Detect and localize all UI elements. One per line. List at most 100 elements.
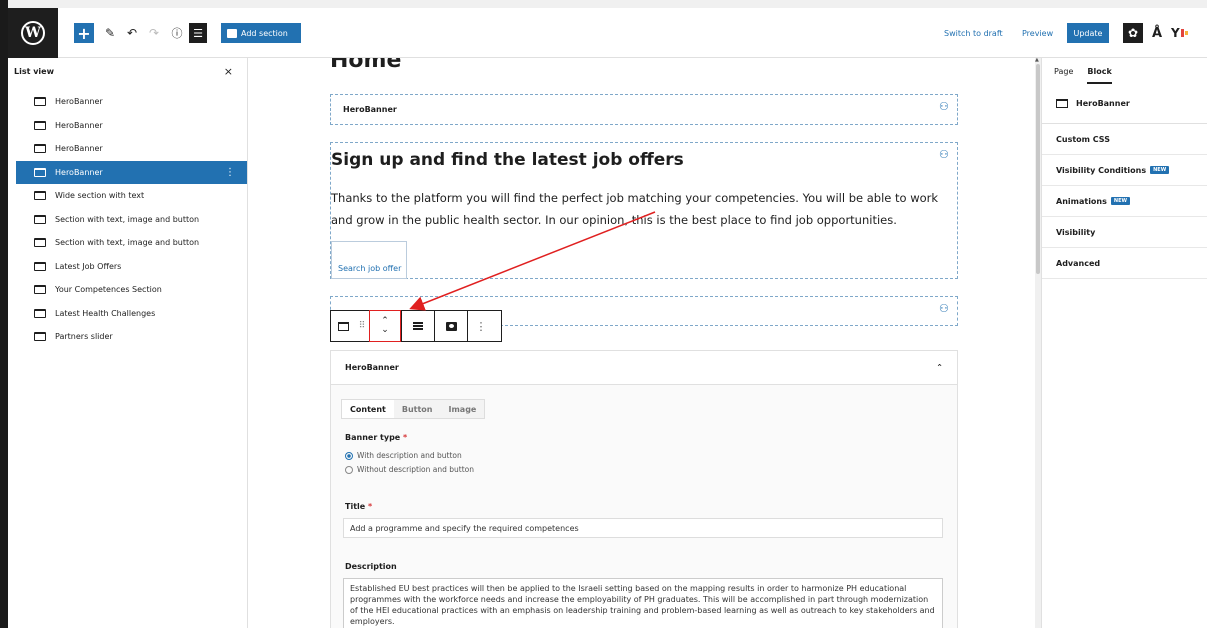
required-marker: * — [403, 433, 408, 442]
list-item[interactable]: Your Competences Section — [8, 278, 247, 302]
title-label: Title * — [345, 502, 372, 511]
tab-content[interactable]: Content — [342, 400, 394, 418]
chevron-up-icon[interactable]: ⌃ — [936, 363, 943, 372]
panel-header[interactable]: HeroBanner ⌃ — [331, 351, 957, 385]
section-icon — [227, 28, 237, 38]
field-tabs: Content Button Image — [341, 399, 486, 419]
panel-label: Advanced — [1056, 258, 1101, 268]
herobanner-block-2[interactable]: Sign up and find the latest job offers ⚇… — [330, 142, 958, 279]
yoast-y-icon: Y — [1171, 26, 1180, 40]
block-icon — [34, 144, 46, 154]
add-section-button[interactable]: Add section — [221, 23, 301, 43]
search-job-offer-button[interactable]: Search job offer — [331, 241, 407, 279]
block-icon — [337, 321, 349, 331]
preview-link[interactable]: Preview — [1022, 23, 1053, 43]
hero-paragraph[interactable]: Thanks to the platform you will find the… — [331, 187, 956, 231]
list-item[interactable]: HeroBanner — [8, 137, 247, 161]
list-item[interactable]: Section with text, image and button — [8, 231, 247, 255]
add-block-plus-icon[interactable]: + — [74, 23, 94, 43]
panel-advanced[interactable]: Advanced — [1042, 248, 1207, 279]
list-item-label: HeroBanner — [55, 120, 103, 130]
more-options-icon[interactable]: ⋮ — [468, 311, 494, 341]
update-button[interactable]: Update — [1067, 23, 1109, 43]
block-icon — [1056, 99, 1068, 108]
scroll-up-icon[interactable]: ▲ — [1035, 57, 1039, 63]
list-item-label: Your Competences Section — [55, 285, 162, 295]
herobanner-block-1[interactable]: HeroBanner ⚇ — [330, 94, 958, 125]
user-group-icon: ⚇ — [939, 148, 949, 161]
undo-icon[interactable]: ↶ — [125, 23, 139, 43]
panel-animations[interactable]: Animations NEW — [1042, 186, 1207, 217]
block-type-button[interactable] — [331, 311, 355, 341]
wordpress-icon: W — [21, 21, 45, 45]
radio-unselected-icon — [345, 465, 353, 474]
tab-page[interactable]: Page — [1054, 58, 1073, 84]
more-options-icon[interactable]: ⋮ — [225, 167, 235, 178]
tab-block[interactable]: Block — [1087, 58, 1112, 84]
switch-to-draft-link[interactable]: Switch to draft — [944, 23, 1003, 43]
move-up-down-button[interactable]: ⌃ ⌄ — [369, 310, 401, 342]
list-item[interactable]: HeroBanner — [8, 90, 247, 114]
radio-without-description[interactable]: Without description and button — [345, 465, 474, 474]
list-item-selected[interactable]: HeroBanner ⋮ — [16, 160, 247, 184]
image-icon — [445, 321, 457, 331]
close-icon[interactable]: × — [224, 65, 233, 78]
hero-heading[interactable]: Sign up and find the latest job offers — [331, 150, 684, 170]
list-item[interactable]: Partners slider — [8, 325, 247, 349]
block-icon — [34, 285, 46, 295]
panel-label: Visibility Conditions — [1056, 165, 1147, 175]
chevron-down-icon: ⌄ — [381, 325, 389, 335]
block-icon — [34, 214, 46, 224]
panel-label: Custom CSS — [1056, 134, 1110, 144]
block-toolbar: ⠿ ⌃ ⌄ ⋮ — [330, 310, 502, 342]
wordpress-logo-button[interactable]: W — [8, 8, 58, 58]
tab-image[interactable]: Image — [440, 400, 484, 418]
edit-pencil-icon[interactable]: ✎ — [103, 23, 117, 43]
block-icon — [34, 97, 46, 107]
redo-icon[interactable]: ↷ — [147, 23, 161, 43]
list-item-label: Section with text, image and button — [55, 214, 200, 224]
editor-toolbar: W + ✎ ↶ ↷ ⓘ ☰ Add section Switch to draf… — [8, 8, 1207, 58]
list-view-header: List view × — [8, 58, 247, 84]
panel-label: Animations — [1056, 196, 1107, 206]
drag-handle-icon[interactable]: ⠿ — [355, 311, 369, 341]
align-icon — [413, 322, 423, 330]
panel-visibility-conditions[interactable]: Visibility Conditions NEW — [1042, 155, 1207, 186]
list-item[interactable]: Latest Job Offers — [8, 255, 247, 279]
settings-tabs: Page Block — [1042, 58, 1207, 84]
block-icon — [34, 120, 46, 130]
block-icon — [34, 308, 46, 318]
list-item[interactable]: Wide section with text — [8, 184, 247, 208]
astra-icon[interactable]: Å — [1149, 23, 1165, 43]
details-info-icon[interactable]: ⓘ — [170, 23, 184, 43]
list-item-label: HeroBanner — [55, 97, 103, 107]
panel-visibility[interactable]: Visibility — [1042, 217, 1207, 248]
list-item[interactable]: Latest Health Challenges — [8, 302, 247, 326]
media-button[interactable] — [435, 311, 467, 341]
banner-type-label: Banner type * — [345, 433, 407, 442]
block-card-title: HeroBanner — [1076, 99, 1130, 108]
title-field[interactable]: Add a programme and specify the required… — [343, 518, 943, 538]
radio-label: With description and button — [357, 451, 462, 460]
list-item[interactable]: Section with text, image and button — [8, 208, 247, 232]
seo-score-icon — [1180, 29, 1184, 37]
description-label: Description — [345, 562, 397, 571]
list-view-icon[interactable]: ☰ — [189, 23, 207, 43]
list-item-label: Partners slider — [55, 332, 113, 342]
title-label-text: Title — [345, 502, 366, 511]
list-view-panel: List view × HeroBanner HeroBanner HeroBa… — [8, 58, 248, 628]
window-top-edge — [0, 0, 1207, 8]
align-button[interactable] — [402, 311, 434, 341]
page-title[interactable]: Home — [330, 58, 401, 73]
settings-gear-icon[interactable]: ✿ — [1123, 23, 1143, 43]
panel-custom-css[interactable]: Custom CSS — [1042, 124, 1207, 155]
list-item[interactable]: HeroBanner — [8, 114, 247, 138]
scrollbar-thumb[interactable] — [1036, 64, 1040, 274]
tab-button[interactable]: Button — [394, 400, 441, 418]
new-badge: NEW — [1150, 166, 1170, 174]
user-group-icon: ⚇ — [939, 100, 949, 113]
yoast-icon[interactable]: Y — [1171, 23, 1193, 43]
radio-with-description[interactable]: With description and button — [345, 451, 462, 460]
description-field[interactable]: Established EU best practices will then … — [343, 578, 943, 628]
panel-label: Visibility — [1056, 227, 1096, 237]
